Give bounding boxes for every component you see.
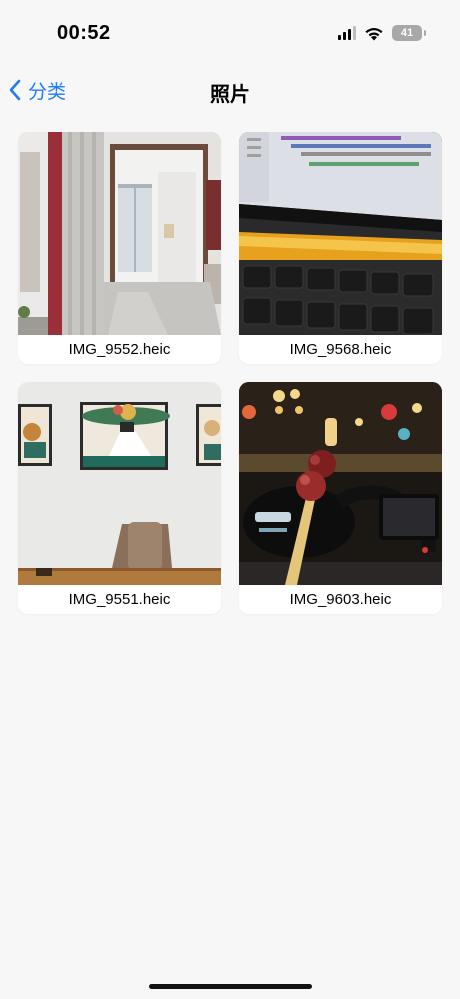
candied-fruit-photo-thumbnail: [239, 382, 442, 585]
battery-level: 41: [400, 27, 414, 39]
photo-card[interactable]: IMG_9552.heic: [18, 132, 221, 364]
cellular-signal-icon: [338, 26, 356, 40]
photo-card[interactable]: IMG_9551.heic: [18, 382, 221, 614]
photo-card[interactable]: IMG_9603.heic: [239, 382, 442, 614]
page-title: 照片: [210, 84, 250, 106]
wall-art-photo-thumbnail: [18, 382, 221, 585]
photo-filename: IMG_9552.heic: [68, 341, 171, 358]
photo-grid: IMG_9552.heic IMG_9568.heic IMG_9551.hei…: [18, 132, 442, 614]
home-indicator[interactable]: [149, 984, 312, 989]
room-photo-thumbnail: [18, 132, 221, 335]
status-bar: 00:52 41: [0, 0, 460, 60]
battery-icon: 41: [392, 25, 426, 41]
photo-filename: IMG_9568.heic: [289, 341, 392, 358]
photo-card[interactable]: IMG_9568.heic: [239, 132, 442, 364]
status-icons: 41: [338, 25, 426, 41]
wifi-icon: [365, 27, 383, 40]
photo-filename: IMG_9603.heic: [289, 591, 392, 608]
laptop-photo-thumbnail: [239, 132, 442, 335]
navigation-bar: 分类 照片: [0, 68, 460, 112]
status-time: 00:52: [57, 22, 111, 44]
photo-filename: IMG_9551.heic: [68, 591, 171, 608]
